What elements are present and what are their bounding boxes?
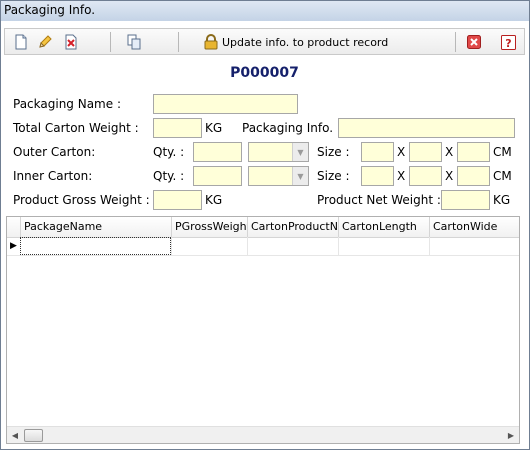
packaging-grid[interactable]: PackageName PGrossWeight CartonProductNo… [6, 216, 520, 444]
scroll-thumb[interactable] [24, 429, 43, 442]
gross-weight-input[interactable] [153, 190, 202, 210]
column-header[interactable]: CartonLength [338, 217, 429, 237]
inner-qty-label: Qty. : [153, 169, 185, 183]
outer-carton-label: Outer Carton: [13, 145, 96, 159]
svg-text:?: ? [505, 37, 511, 50]
outer-size-label: Size : [317, 145, 350, 159]
inner-qty-input[interactable] [193, 166, 242, 186]
chevron-down-icon: ▼ [292, 143, 308, 161]
toolbar-separator [178, 32, 179, 52]
inner-width-input[interactable] [409, 166, 442, 186]
title-bar: Packaging Info. [1, 1, 529, 21]
column-header[interactable]: CartonWide [429, 217, 519, 237]
help-icon: ? [501, 34, 516, 50]
inner-length-input[interactable] [361, 166, 394, 186]
row-selector-arrow-icon: ▶ [10, 241, 17, 251]
scroll-right-icon[interactable]: ▶ [503, 427, 519, 443]
packaging-name-input[interactable] [153, 94, 298, 114]
outer-length-input[interactable] [361, 142, 394, 162]
new-button[interactable] [13, 33, 29, 51]
net-weight-input[interactable] [441, 190, 490, 210]
outer-height-input[interactable] [457, 142, 490, 162]
column-header[interactable]: PGrossWeight [171, 217, 247, 237]
total-weight-unit: KG [205, 121, 223, 135]
net-weight-label: Product Net Weight : [317, 193, 441, 207]
gross-weight-label: Product Gross Weight : [13, 193, 150, 207]
toolbar-separator [110, 32, 111, 52]
table-cell[interactable] [20, 237, 171, 255]
chevron-down-icon: ▼ [292, 167, 308, 185]
packaging-info-window: Packaging Info. Update info. to product … [0, 0, 530, 450]
edit-button[interactable] [37, 33, 53, 51]
toolbar-separator [455, 32, 456, 52]
form-content: P000007 Packaging Name : Total Carton We… [4, 56, 525, 448]
gross-weight-unit: KG [205, 193, 223, 207]
inner-unit-dropdown[interactable]: ▼ [248, 166, 309, 186]
outer-x-label-1: X [397, 145, 406, 159]
update-button-label: Update info. to product record [222, 35, 389, 49]
column-header[interactable]: PackageName [20, 217, 171, 237]
red-x-icon [467, 35, 481, 49]
inner-height-input[interactable] [457, 166, 490, 186]
help-button[interactable]: ? [501, 33, 516, 51]
delete-button[interactable] [63, 33, 79, 51]
record-id: P000007 [230, 65, 299, 81]
table-cell[interactable] [171, 237, 247, 255]
delete-document-icon [65, 34, 77, 50]
inner-size-unit: CM [493, 169, 512, 183]
table-row[interactable]: ▶ [7, 237, 519, 256]
table-cell[interactable] [338, 237, 429, 255]
outer-width-input[interactable] [409, 142, 442, 162]
inner-size-label: Size : [317, 169, 350, 183]
window-title: Packaging Info. [4, 3, 96, 17]
net-weight-unit: KG [493, 193, 511, 207]
column-header[interactable]: CartonProductNo [247, 217, 338, 237]
new-document-icon [15, 34, 27, 50]
inner-x-label-2: X [445, 169, 454, 183]
pencil-icon [39, 35, 52, 48]
copy-icon [127, 34, 141, 50]
outer-x-label-2: X [445, 145, 454, 159]
packaging-name-label: Packaging Name : [13, 97, 121, 111]
table-cell[interactable] [247, 237, 338, 255]
lock-icon [204, 34, 218, 50]
total-carton-weight-label: Total Carton Weight : [13, 121, 139, 135]
packaging-info-label: Packaging Info. : [242, 121, 341, 135]
outer-size-unit: CM [493, 145, 512, 159]
inner-carton-label: Inner Carton: [13, 169, 93, 183]
grid-header: PackageName PGrossWeight CartonProductNo… [7, 217, 519, 238]
outer-qty-label: Qty. : [153, 145, 185, 159]
scroll-left-icon[interactable]: ◀ [7, 427, 23, 443]
toolbar: Update info. to product record ? [4, 28, 525, 55]
table-cell[interactable] [429, 237, 519, 255]
total-carton-weight-input[interactable] [153, 118, 202, 138]
outer-unit-dropdown[interactable]: ▼ [248, 142, 309, 162]
inner-x-label-1: X [397, 169, 406, 183]
close-button[interactable] [467, 33, 481, 51]
horizontal-scrollbar[interactable]: ◀ ▶ [7, 426, 519, 443]
copy-button[interactable] [126, 33, 142, 51]
packaging-info-input[interactable] [338, 118, 515, 138]
update-product-record-button[interactable]: Update info. to product record [204, 33, 388, 51]
outer-qty-input[interactable] [193, 142, 242, 162]
